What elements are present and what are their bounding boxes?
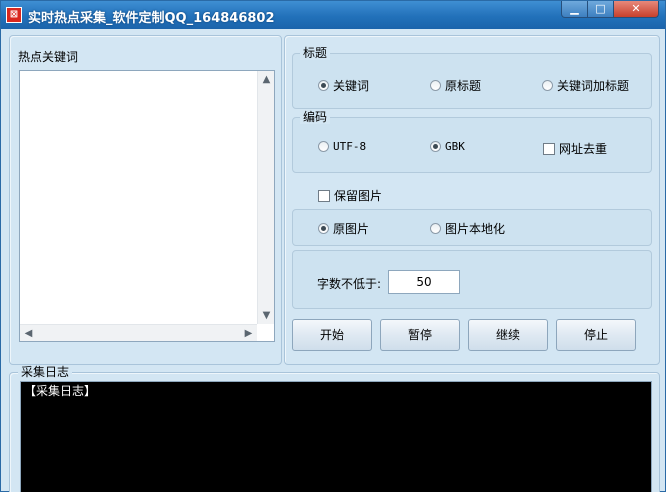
stop-button[interactable]: 停止 (556, 319, 636, 351)
maximize-button[interactable]: □ (588, 1, 614, 18)
radio-localize-image-indicator (430, 223, 441, 234)
radio-utf8[interactable]: UTF-8 (318, 140, 366, 153)
encoding-group-legend: 编码 (300, 110, 331, 124)
title-bar[interactable]: ⊠ 实时热点采集_软件定制QQ_164846802 ▁ □ ✕ (1, 1, 665, 29)
radio-keyword-label: 关键词 (333, 79, 370, 93)
keywords-vertical-scrollbar[interactable]: ▲ ▼ (257, 71, 274, 324)
image-groupbox: 原图片 图片本地化 (292, 209, 652, 246)
scroll-right-icon[interactable]: ▶ (240, 325, 257, 342)
word-count-label: 字数不低于: (317, 277, 382, 291)
scroll-up-icon[interactable]: ▲ (258, 71, 275, 88)
keywords-panel: 热点关键词 ▲ ▼ ◀ ▶ (9, 35, 282, 365)
radio-original-image-indicator (318, 223, 329, 234)
settings-panel: 标题 关键词 原标题 关键词加标题 编码 UTF-8 GBK 网址去重 保留图片… (284, 35, 660, 365)
radio-original-image-label: 原图片 (333, 222, 370, 236)
radio-original-title-label: 原标题 (445, 79, 482, 93)
checkbox-url-dedupe-label: 网址去重 (559, 142, 608, 156)
main-window: ⊠ 实时热点采集_软件定制QQ_164846802 ▁ □ ✕ 热点关键词 ▲ … (0, 0, 666, 492)
checkbox-url-dedupe[interactable]: 网址去重 (543, 140, 607, 157)
checkbox-keep-images-label: 保留图片 (334, 189, 383, 203)
word-count-groupbox: 字数不低于: 50 (292, 250, 652, 309)
log-panel: 采集日志 【采集日志】 (9, 365, 660, 492)
radio-keyword-plus-title-label: 关键词加标题 (557, 79, 630, 93)
app-icon: ⊠ (6, 7, 22, 23)
scroll-down-icon[interactable]: ▼ (258, 307, 275, 324)
radio-gbk-indicator (430, 141, 441, 152)
word-count-input[interactable]: 50 (388, 270, 460, 294)
title-group-legend: 标题 (300, 46, 331, 60)
radio-original-title[interactable]: 原标题 (430, 77, 481, 94)
radio-utf8-indicator (318, 141, 329, 152)
radio-localize-image-label: 图片本地化 (445, 222, 506, 236)
log-label: 采集日志 (18, 365, 73, 379)
radio-keyword-indicator (318, 80, 329, 91)
radio-keyword-plus-title-indicator (542, 80, 553, 91)
radio-original-image[interactable]: 原图片 (318, 220, 369, 237)
radio-keyword-plus-title[interactable]: 关键词加标题 (542, 77, 629, 94)
encoding-groupbox: 编码 UTF-8 GBK 网址去重 (292, 110, 652, 173)
minimize-button[interactable]: ▁ (561, 1, 588, 18)
pause-button[interactable]: 暂停 (380, 319, 460, 351)
keywords-horizontal-scrollbar[interactable]: ◀ ▶ (20, 324, 257, 341)
radio-keyword[interactable]: 关键词 (318, 77, 369, 94)
keywords-label: 热点关键词 (18, 50, 79, 64)
log-output[interactable]: 【采集日志】 (20, 381, 652, 492)
keywords-textarea[interactable]: ▲ ▼ ◀ ▶ (19, 70, 275, 342)
window-controls: ▁ □ ✕ (561, 1, 659, 19)
radio-gbk[interactable]: GBK (430, 140, 465, 153)
window-title: 实时热点采集_软件定制QQ_164846802 (28, 11, 275, 26)
resume-button[interactable]: 继续 (468, 319, 548, 351)
radio-original-title-indicator (430, 80, 441, 91)
title-groupbox: 标题 关键词 原标题 关键词加标题 (292, 46, 652, 109)
close-button[interactable]: ✕ (614, 1, 659, 18)
checkbox-url-dedupe-box (543, 142, 555, 155)
radio-gbk-label: GBK (445, 140, 465, 153)
checkbox-keep-images-box (318, 189, 330, 202)
start-button[interactable]: 开始 (292, 319, 372, 351)
radio-utf8-label: UTF-8 (333, 140, 367, 153)
scroll-left-icon[interactable]: ◀ (20, 325, 37, 342)
radio-localize-image[interactable]: 图片本地化 (430, 220, 505, 237)
checkbox-keep-images[interactable]: 保留图片 (318, 187, 382, 204)
